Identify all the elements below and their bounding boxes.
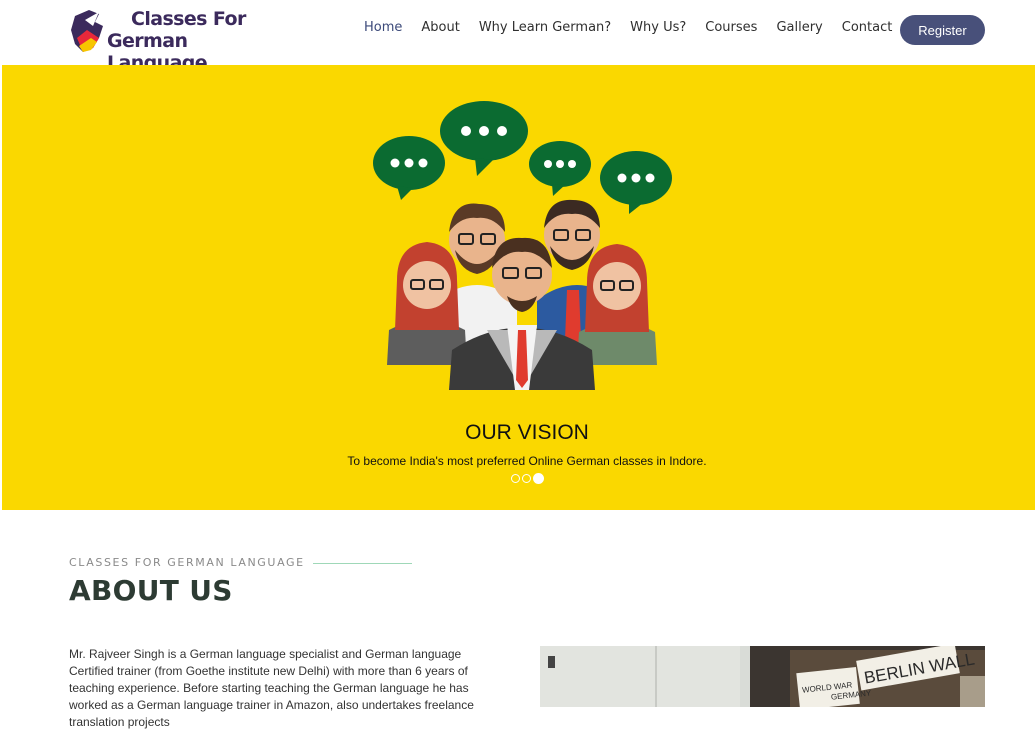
- hero-title: OUR VISION: [465, 421, 589, 444]
- hero-subtitle: To become India's most preferred Online …: [347, 454, 707, 468]
- brand-logo[interactable]: Classes For German Language: [69, 6, 249, 74]
- nav-why-us[interactable]: Why Us?: [630, 20, 686, 35]
- brand-line-1: Classes For: [131, 8, 246, 30]
- about-eyebrow: CLASSES FOR GERMAN LANGUAGE: [69, 556, 305, 569]
- about-title: ABOUT US: [69, 574, 233, 607]
- main-nav: Home About Why Learn German? Why Us? Cou…: [364, 20, 911, 35]
- site-header: Classes For German Language Home About W…: [0, 0, 1035, 74]
- register-button[interactable]: Register: [900, 15, 985, 45]
- classroom-photo: BERLIN WALL WORLD WAR GERMANY: [540, 646, 985, 707]
- nav-gallery[interactable]: Gallery: [776, 20, 822, 35]
- about-photo: BERLIN WALL WORLD WAR GERMANY: [540, 646, 985, 707]
- people-discussion-illustration: [373, 101, 672, 390]
- nav-home[interactable]: Home: [364, 20, 402, 35]
- nav-why-learn-german[interactable]: Why Learn German?: [479, 20, 611, 35]
- speech-bubble-icon: [600, 151, 672, 214]
- speech-bubble-icon: [529, 141, 591, 196]
- about-paragraph: Mr. Rajveer Singh is a German language s…: [69, 647, 474, 729]
- nav-courses[interactable]: Courses: [705, 20, 757, 35]
- speech-bubble-icon: [373, 136, 445, 200]
- nav-contact[interactable]: Contact: [842, 20, 893, 35]
- slide-dot-1[interactable]: [511, 474, 520, 483]
- hero-slider: OUR VISION To become India's most prefer…: [2, 65, 1035, 510]
- speech-bubble-icon: [440, 101, 528, 176]
- nav-about[interactable]: About: [421, 20, 459, 35]
- slide-dot-2[interactable]: [522, 474, 531, 483]
- eyebrow-divider: [313, 563, 412, 564]
- logo-mark-icon: [71, 10, 103, 52]
- slide-dot-3[interactable]: [533, 473, 544, 484]
- slider-dots: [511, 473, 544, 484]
